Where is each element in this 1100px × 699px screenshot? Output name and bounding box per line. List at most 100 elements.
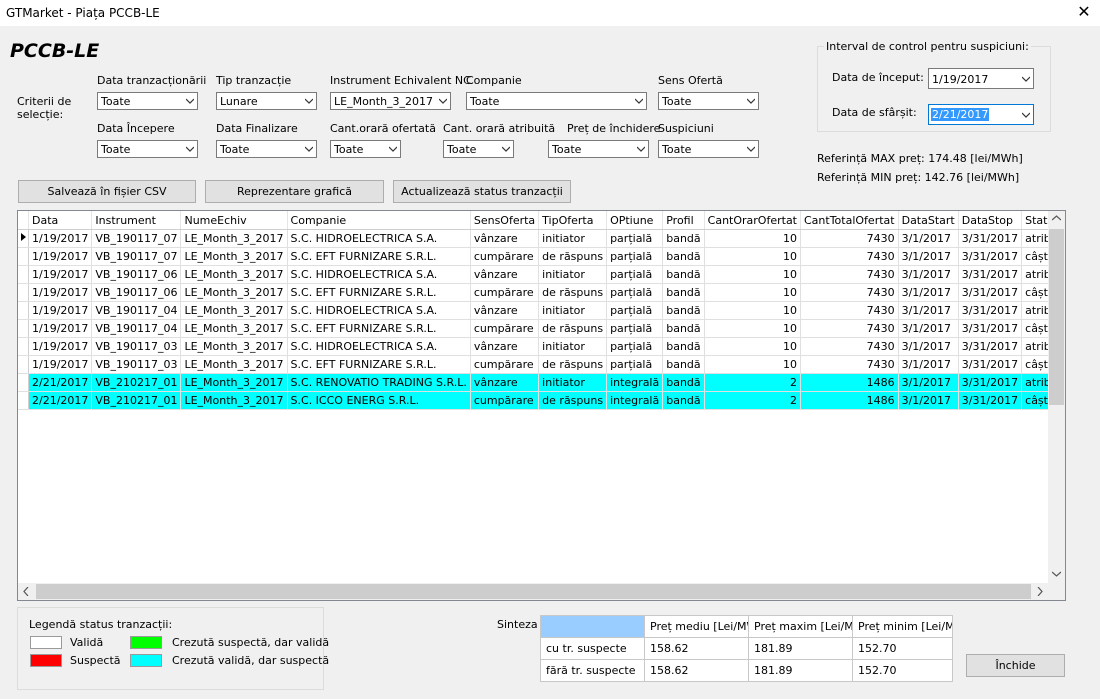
row-header[interactable] [18,247,29,266]
table-cell[interactable]: parțială [606,229,664,248]
table-cell[interactable]: vânzare [470,301,540,320]
close-icon[interactable]: ✕ [1074,2,1094,22]
table-cell[interactable]: de răspuns [538,391,608,410]
column-header-datastop[interactable]: DataStop [958,211,1023,230]
table-cell[interactable]: bandă [662,337,705,356]
table-cell[interactable]: parțială [606,355,664,374]
table-cell[interactable]: S.C. EFT FURNIZARE S.R.L. [287,355,471,374]
table-cell[interactable]: 3/1/2017 [898,229,959,248]
table-cell[interactable]: 10 [704,247,802,266]
table-cell[interactable]: 10 [704,319,802,338]
table-cell[interactable]: initiator [538,301,608,320]
table-cell[interactable]: initiator [538,265,608,284]
table-cell[interactable]: de răspuns [538,283,608,302]
data-incepere-dropdown[interactable]: Toate [97,140,198,158]
table-cell[interactable]: 2/21/2017 [28,391,93,410]
table-cell[interactable]: vânzare [470,337,540,356]
table-cell[interactable]: initiator [538,373,608,392]
table-cell[interactable]: S.C. EFT FURNIZARE S.R.L. [287,319,471,338]
table-cell[interactable]: LE_Month_3_2017 [180,373,288,392]
table-cell[interactable]: 7430 [800,337,899,356]
table-cell[interactable]: 10 [704,229,802,248]
table-cell[interactable]: bandă [662,265,705,284]
row-header[interactable] [18,229,29,248]
table-cell[interactable]: S.C. HIDROELECTRICA S.A. [287,337,471,356]
table-cell[interactable]: bandă [662,373,705,392]
table-cell[interactable]: bandă [662,355,705,374]
suspiciuni-dropdown[interactable]: Toate [658,140,759,158]
data-finalizare-dropdown[interactable]: Toate [216,140,317,158]
table-cell[interactable]: parțială [606,265,664,284]
table-cell[interactable]: bandă [662,391,705,410]
table-cell[interactable]: 3/1/2017 [898,319,959,338]
vertical-scroll-thumb[interactable] [1049,229,1064,405]
table-cell[interactable]: 1/19/2017 [28,337,93,356]
column-header-optiune[interactable]: OPtiune [606,211,664,230]
table-cell[interactable]: 7430 [800,355,899,374]
table-cell[interactable]: initiator [538,229,608,248]
table-cell[interactable]: cumpărare [470,391,540,410]
table-row[interactable]: 1/19/2017 VB_190117_07 LE_Month_3_2017 S.C.… [18,247,1065,266]
table-cell[interactable]: integrală [606,391,664,410]
cant-orara-ofertata-dropdown[interactable]: Toate [330,140,401,158]
table-cell[interactable]: VB_190117_04 [91,301,182,320]
table-cell[interactable]: 3/1/2017 [898,337,959,356]
table-cell[interactable]: 1/19/2017 [28,319,93,338]
table-cell[interactable]: cumpărare [470,355,540,374]
column-header-canttotalofertat[interactable]: CantTotalOfertat [800,211,899,230]
data-tranzactionarii-dropdown[interactable]: Toate [97,92,198,110]
table-cell[interactable]: VB_190117_04 [91,319,182,338]
table-cell[interactable]: 7430 [800,229,899,248]
table-cell[interactable]: LE_Month_3_2017 [180,319,288,338]
table-cell[interactable]: S.C. EFT FURNIZARE S.R.L. [287,283,471,302]
tip-tranzactie-dropdown[interactable]: Lunare [216,92,317,110]
table-cell[interactable]: 10 [704,301,802,320]
table-cell[interactable]: vânzare [470,373,540,392]
table-cell[interactable]: 3/31/2017 [958,247,1023,266]
table-cell[interactable]: VB_210217_01 [91,373,182,392]
update-status-button[interactable]: Actualizează status tranzacții [393,180,571,203]
table-cell[interactable]: LE_Month_3_2017 [180,283,288,302]
table-cell[interactable]: 2 [704,391,802,410]
row-header[interactable] [18,265,29,284]
row-header[interactable] [18,337,29,356]
table-cell[interactable]: 3/31/2017 [958,355,1023,374]
table-cell[interactable]: 3/1/2017 [898,355,959,374]
table-cell[interactable]: 10 [704,337,802,356]
pret-inchidere-dropdown[interactable]: Toate [548,140,649,158]
table-cell[interactable]: 1486 [800,373,899,392]
table-cell[interactable]: vânzare [470,265,540,284]
table-row[interactable]: 2/21/2017 VB_210217_01 LE_Month_3_2017 S.C.… [18,373,1065,392]
save-csv-button[interactable]: Salvează în fișier CSV [18,180,196,203]
table-cell[interactable]: LE_Month_3_2017 [180,265,288,284]
table-cell[interactable]: 7430 [800,301,899,320]
horizontal-scrollbar[interactable] [18,583,1050,600]
table-cell[interactable]: 1/19/2017 [28,265,93,284]
table-cell[interactable]: bandă [662,319,705,338]
scroll-down-icon[interactable] [1052,571,1061,577]
column-header-numeechiv[interactable]: NumeEchiv [180,211,288,230]
close-button[interactable]: Închide [966,654,1065,677]
table-row[interactable]: 1/19/2017 VB_190117_04 LE_Month_3_2017 S.C.… [18,301,1065,320]
table-cell[interactable]: VB_190117_06 [91,283,182,302]
companie-dropdown[interactable]: Toate [466,92,647,110]
table-cell[interactable]: 3/31/2017 [958,283,1023,302]
table-cell[interactable]: 1/19/2017 [28,283,93,302]
column-header-datastart[interactable]: DataStart [898,211,959,230]
table-cell[interactable]: 7430 [800,319,899,338]
table-cell[interactable]: 1/19/2017 [28,229,93,248]
table-cell[interactable]: parțială [606,337,664,356]
table-row[interactable]: 1/19/2017 VB_190117_03 LE_Month_3_2017 S.C.… [18,337,1065,356]
table-cell[interactable]: S.C. ICCO ENERG S.R.L. [287,391,471,410]
cant-orara-atribuita-dropdown[interactable]: Toate [443,140,514,158]
row-header[interactable] [18,391,29,410]
table-cell[interactable]: 7430 [800,265,899,284]
transactions-grid[interactable]: Data Instrument NumeEchiv Companie SensOfert… [17,210,1066,601]
row-header[interactable] [18,319,29,338]
sens-oferta-dropdown[interactable]: Toate [658,92,759,110]
table-cell[interactable]: VB_190117_06 [91,265,182,284]
row-header[interactable] [18,373,29,392]
table-cell[interactable]: 2/21/2017 [28,373,93,392]
column-header-instrument[interactable]: Instrument [91,211,182,230]
table-cell[interactable]: parțială [606,301,664,320]
